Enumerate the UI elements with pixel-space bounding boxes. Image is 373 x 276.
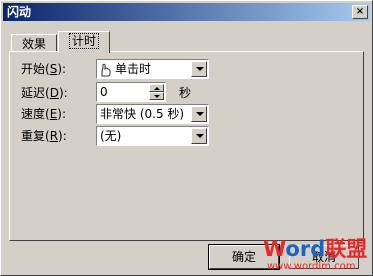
chevron-down-icon[interactable] [191, 128, 207, 144]
repeat-label-text: 重复 [21, 129, 46, 143]
chevron-down-icon[interactable] [191, 61, 207, 77]
watermark-logo: Word联盟 [263, 237, 367, 261]
repeat-value: (无) [100, 129, 122, 143]
start-value-wrap: 单击时 [100, 61, 151, 77]
speed-label: 速度(E): [21, 107, 67, 121]
spin-up-icon[interactable] [149, 84, 164, 92]
repeat-shortcut: R [49, 129, 59, 143]
speed-value: 非常快 (0.5 秒) [100, 107, 185, 121]
tab-timing-label: 计时 [68, 33, 99, 49]
start-shortcut: S [49, 62, 58, 76]
title-bar: 闪动 × [3, 3, 370, 21]
spin-down-icon[interactable] [149, 92, 164, 100]
delay-value[interactable]: 0 [100, 84, 108, 100]
tab-effect-label: 效果 [21, 37, 46, 51]
delay-label-text: 延迟 [21, 86, 46, 100]
repeat-label: 重复(R): [21, 129, 67, 143]
speed-label-text: 速度 [21, 107, 46, 121]
watermark-logo-w: W [263, 237, 286, 261]
start-select[interactable]: 单击时 [96, 59, 209, 79]
speed-select[interactable]: 非常快 (0.5 秒) [96, 104, 209, 124]
tab-effect[interactable]: 效果 [11, 34, 57, 52]
start-label-text: 开始 [21, 62, 46, 76]
repeat-select[interactable]: (无) [96, 126, 209, 146]
watermark-logo-cn: 联盟 [325, 237, 368, 261]
watermark-logo-ord: ord [285, 237, 326, 261]
delay-unit: 秒 [179, 86, 192, 100]
mouse-icon [101, 63, 111, 76]
speed-shortcut: E [49, 107, 58, 121]
watermark-url: www.wordlm.com [267, 261, 356, 272]
dialog-window: 闪动 × 效果 计时 开始(S): 单击时 延迟(D): 0 秒 速度(E): … [0, 0, 373, 276]
close-icon: × [355, 6, 365, 17]
window-title: 闪动 [7, 5, 32, 19]
tab-timing[interactable]: 计时 [58, 31, 110, 53]
start-label: 开始(S): [21, 62, 67, 76]
delay-shortcut: D [49, 86, 59, 100]
start-value: 单击时 [115, 62, 152, 76]
delay-label: 延迟(D): [21, 86, 68, 100]
watermark: Word联盟 www.wordlm.com [263, 237, 371, 275]
chevron-down-icon[interactable] [191, 106, 207, 122]
close-button[interactable]: × [352, 5, 368, 19]
timing-panel [9, 51, 364, 241]
delay-spinner[interactable]: 0 [96, 82, 166, 102]
